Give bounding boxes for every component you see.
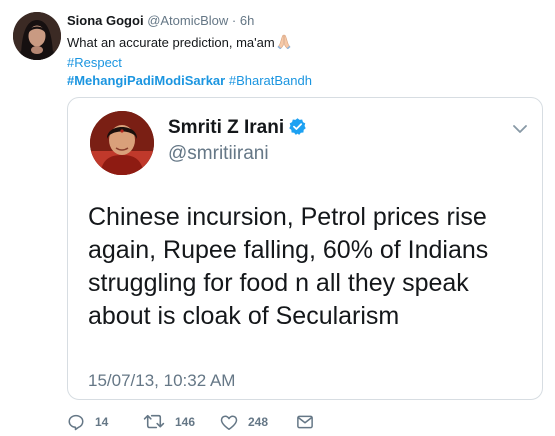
avatar[interactable]: [13, 12, 61, 60]
verified-badge-icon: [288, 117, 307, 143]
author-name[interactable]: Siona Gogoi: [67, 13, 144, 28]
retweet-icon: [143, 413, 165, 431]
separator-dot: ·: [231, 13, 237, 28]
hashtag-link[interactable]: #Respect: [67, 55, 122, 70]
tweet-text: What an accurate prediction, ma'am #Resp…: [67, 34, 537, 90]
envelope-icon: [296, 414, 314, 430]
reply-count: 14: [95, 415, 109, 429]
author-handle[interactable]: @AtomicBlow: [147, 13, 228, 28]
tweet-text-line: #MehangiPadiModiSarkar #BharatBandh: [67, 72, 537, 90]
message-button[interactable]: [296, 412, 314, 432]
chevron-down-icon[interactable]: [512, 122, 528, 134]
tweet-timestamp[interactable]: 6h: [240, 13, 254, 28]
like-button[interactable]: 248: [220, 412, 268, 432]
quoted-text-line: again, Rupee falling, 60% of Indians: [88, 236, 489, 264]
tweet-text-content: What an accurate prediction, ma'am: [67, 35, 275, 50]
quoted-tweet-text: Chinese incursion, Petrol prices rise ag…: [88, 201, 538, 333]
quoted-text-line: struggling for food n all they speak: [88, 269, 469, 297]
retweet-count: 146: [175, 415, 196, 429]
tweet-text-line: What an accurate prediction, ma'am: [67, 34, 537, 54]
hashtag-link[interactable]: #MehangiPadiModiSarkar: [67, 73, 225, 88]
hashtag-link[interactable]: #BharatBandh: [229, 73, 312, 88]
reply-icon: [67, 413, 85, 431]
quoted-text-line: about is cloak of Secularism: [88, 302, 400, 330]
quoted-author-name-text: Smriti Z Irani: [168, 117, 285, 138]
quoted-avatar[interactable]: [90, 111, 154, 175]
quoted-tweet-card[interactable]: Smriti Z Irani @smritiirani Chinese incu…: [67, 97, 543, 400]
tweet-text-line: #Respect: [67, 54, 537, 72]
quoted-text-line: Chinese incursion, Petrol prices rise: [88, 203, 487, 231]
quoted-tweet-timestamp[interactable]: 15/07/13, 10:32 AM: [88, 371, 235, 391]
like-count: 248: [248, 415, 269, 429]
reply-button[interactable]: 14: [67, 412, 108, 432]
retweet-button[interactable]: 146: [143, 412, 195, 432]
folded-hands-icon: [277, 34, 291, 54]
tweet-header: Siona Gogoi @AtomicBlow · 6h: [67, 12, 254, 30]
heart-icon: [220, 414, 238, 431]
quoted-author-name[interactable]: Smriti Z Irani: [168, 116, 307, 143]
quoted-author-handle[interactable]: @smritiirani: [168, 142, 269, 166]
